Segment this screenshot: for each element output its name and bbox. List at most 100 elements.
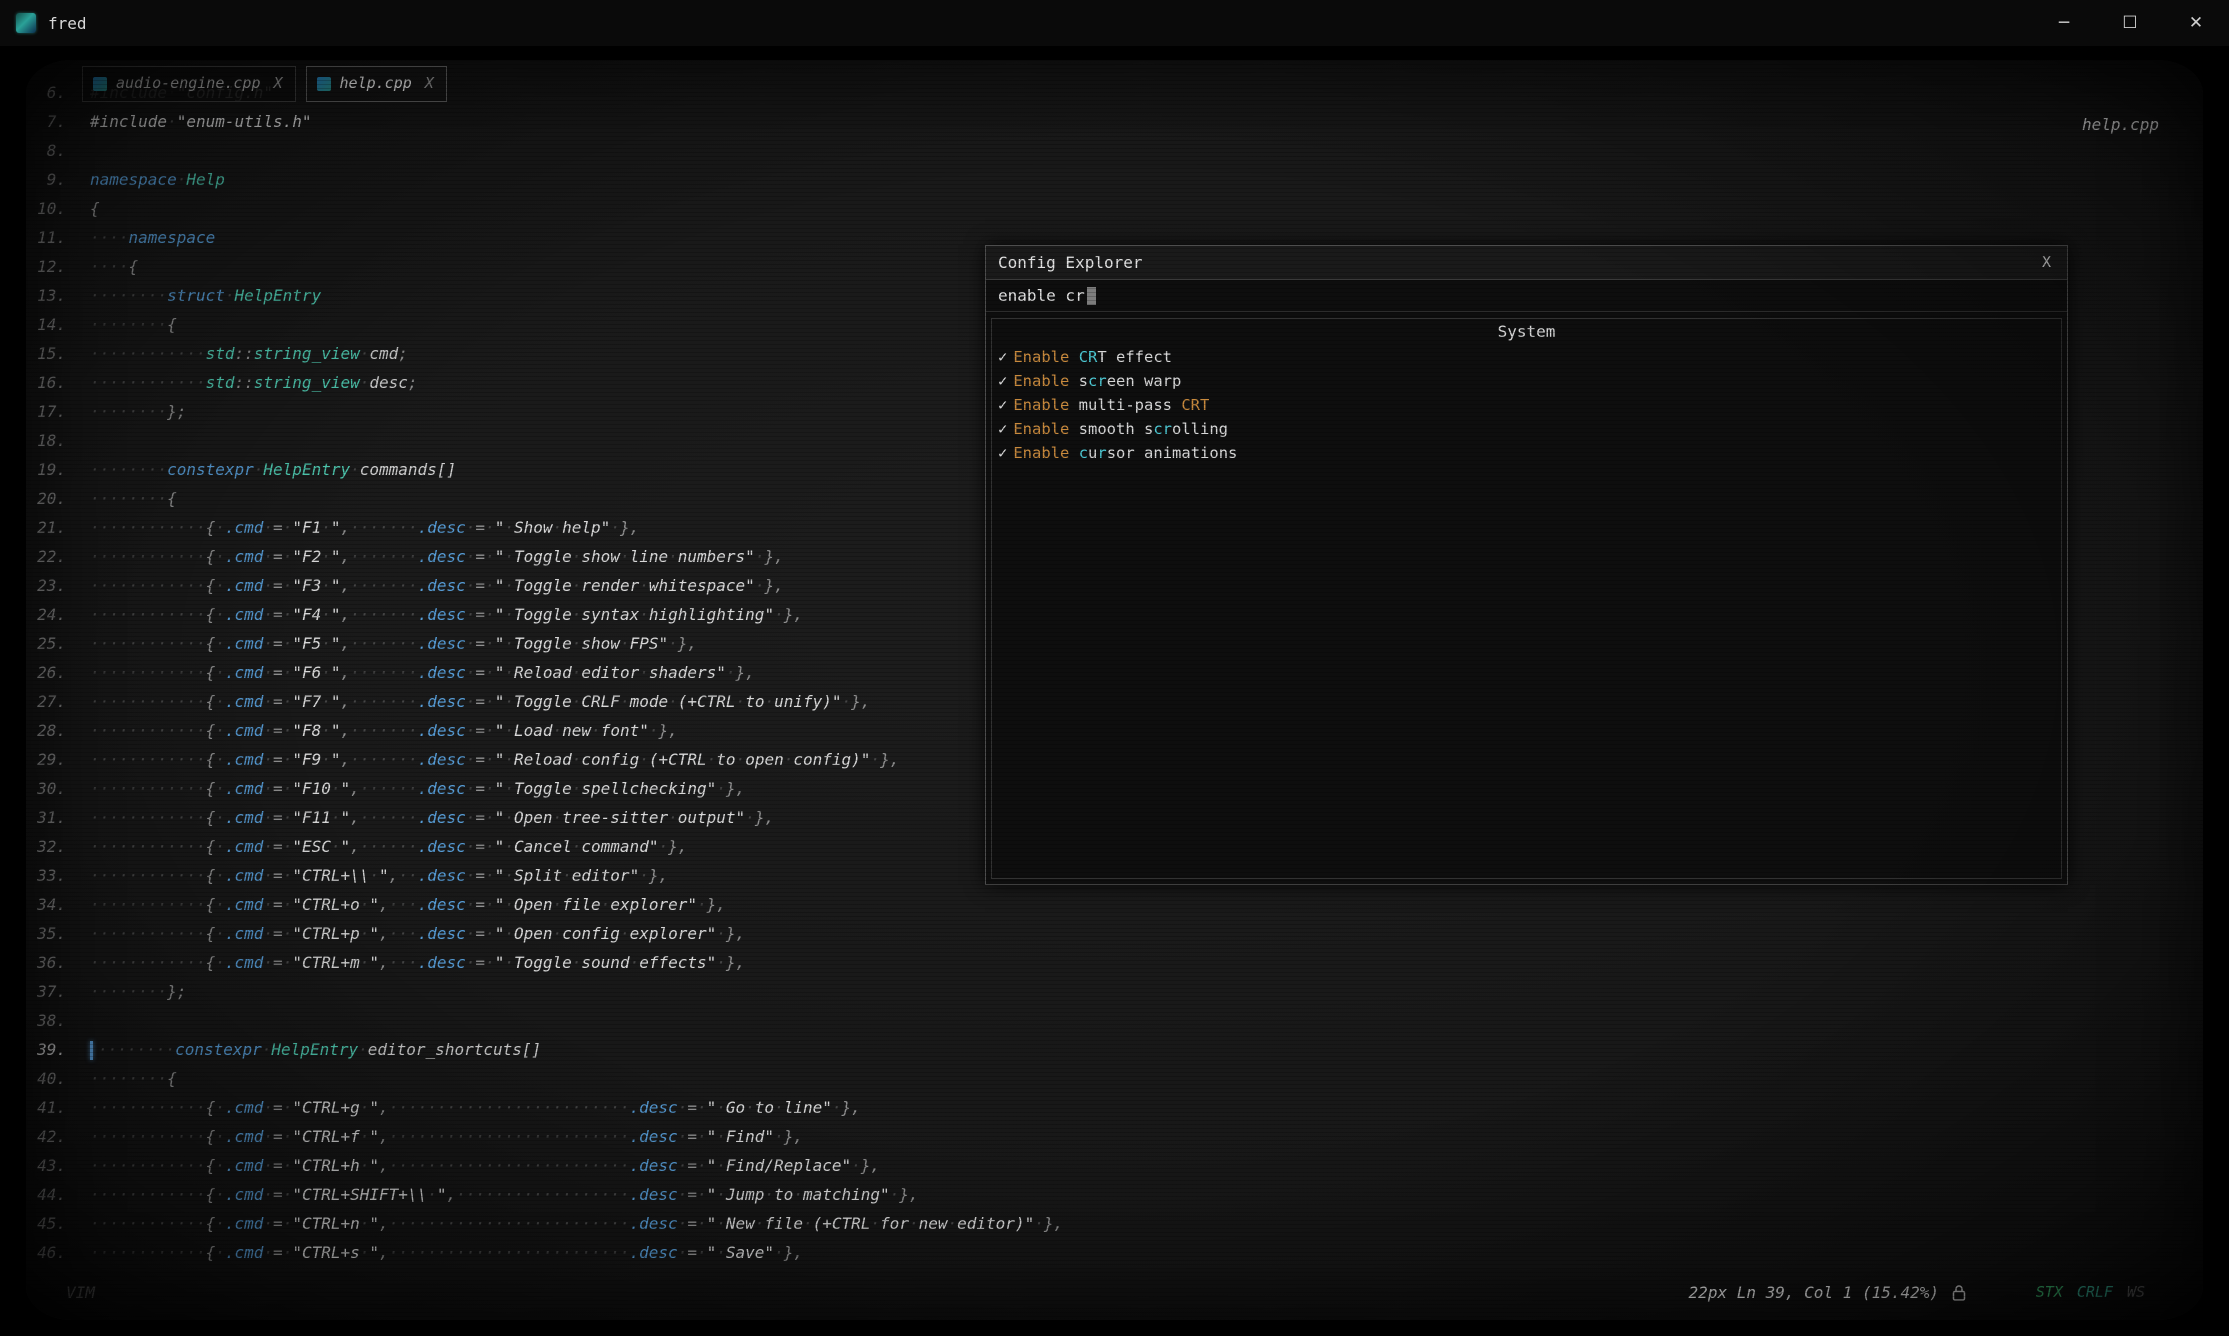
line-number: 10.	[26, 194, 90, 223]
code-text: ············{·.cmd·=·"CTRL+\\·",··.desc·…	[90, 861, 668, 890]
code-line[interactable]: 7.#include·"enum-utils.h"	[26, 107, 2203, 136]
line-number: 30.	[26, 774, 90, 803]
code-line[interactable]: 8.	[26, 136, 2203, 165]
code-line[interactable]: 43.············{·.cmd·=·"CTRL+h·",······…	[26, 1151, 2203, 1180]
tab-close-icon[interactable]: X	[425, 69, 434, 98]
minimize-button[interactable]: ─	[2031, 0, 2097, 46]
code-line[interactable]: 38.	[26, 1006, 2203, 1035]
config-explorer-popup: Config Explorer X enable cr System ✓Enab…	[985, 245, 2068, 885]
config-option-label: Enable	[1013, 372, 1069, 390]
code-line[interactable]: 37.········};	[26, 977, 2203, 1006]
status-flag-stx[interactable]: STX	[2036, 1278, 2063, 1307]
config-option-label: cr	[1088, 372, 1107, 390]
config-search-row[interactable]: enable cr	[986, 280, 2067, 312]
config-option-row[interactable]: ✓Enable multi-pass CRT	[992, 393, 2061, 417]
code-text: ············{·.cmd·=·"F6·",·······.desc·…	[90, 658, 755, 687]
code-line[interactable]: 44.············{·.cmd·=·"CTRL+SHIFT+\\·"…	[26, 1180, 2203, 1209]
code-text: ············{·.cmd·=·"F11·",······.desc·…	[90, 803, 774, 832]
config-option-row[interactable]: ✓Enable CRT effect	[992, 345, 2061, 369]
line-number: 20.	[26, 484, 90, 513]
code-line[interactable]: 35.············{·.cmd·=·"CTRL+p·",···.de…	[26, 919, 2203, 948]
config-option-label: olling	[1172, 420, 1228, 438]
config-explorer-close-icon[interactable]: X	[2038, 248, 2055, 277]
line-number: 40.	[26, 1064, 90, 1093]
line-number: 16.	[26, 368, 90, 397]
checkbox-checked-icon[interactable]: ✓	[998, 420, 1007, 438]
maximize-button[interactable]: ☐	[2097, 0, 2163, 46]
line-number: 29.	[26, 745, 90, 774]
config-option-label: Enable	[1013, 420, 1069, 438]
checkbox-checked-icon[interactable]: ✓	[998, 372, 1007, 390]
code-text: ············{·.cmd·=·"CTRL+p·",···.desc·…	[90, 919, 745, 948]
code-text: ········};	[90, 397, 186, 426]
config-option-label: T effect	[1097, 348, 1172, 366]
lock-icon	[1951, 1284, 1967, 1302]
config-option-label	[1069, 348, 1078, 366]
checkbox-checked-icon[interactable]: ✓	[998, 396, 1007, 414]
checkbox-checked-icon[interactable]: ✓	[998, 444, 1007, 462]
tab-audio-engine.cpp[interactable]: audio-engine.cppX	[82, 66, 296, 102]
line-number: 31.	[26, 803, 90, 832]
code-text: ············{·.cmd·=·"CTRL+o·",···.desc·…	[90, 890, 726, 919]
line-number: 34.	[26, 890, 90, 919]
code-line[interactable]: 10.{	[26, 194, 2203, 223]
line-number: 17.	[26, 397, 90, 426]
code-text: {	[90, 194, 100, 223]
code-text: ············{·.cmd·=·"CTRL+g·",·········…	[90, 1093, 861, 1122]
editor-mode-indicator: VIM	[66, 1278, 95, 1307]
code-text: ············{·.cmd·=·"F5·",·······.desc·…	[90, 629, 697, 658]
close-button[interactable]: ✕	[2163, 0, 2229, 46]
status-flag-crlf[interactable]: CRLF	[2077, 1278, 2113, 1307]
code-line[interactable]: 40.········{	[26, 1064, 2203, 1093]
code-text: ············{·.cmd·=·"F8·",·······.desc·…	[90, 716, 678, 745]
config-option-label: cr	[1153, 420, 1172, 438]
text-cursor	[90, 1041, 93, 1060]
code-line[interactable]: 34.············{·.cmd·=·"CTRL+o·",···.de…	[26, 890, 2203, 919]
code-text: ····namespace	[90, 223, 215, 252]
tab-bar: audio-engine.cppX help.cppX	[82, 66, 447, 102]
config-option-label: smooth s	[1069, 420, 1153, 438]
code-editor[interactable]: 6.#include·"config.h"7.#include·"enum-ut…	[26, 60, 2203, 1320]
config-option-row[interactable]: ✓Enable screen warp	[992, 369, 2061, 393]
tab-close-icon[interactable]: X	[274, 69, 283, 98]
code-text: ············{·.cmd·=·"CTRL+s·",·········…	[90, 1238, 803, 1267]
checkbox-checked-icon[interactable]: ✓	[998, 348, 1007, 366]
code-line[interactable]: 41.············{·.cmd·=·"CTRL+g·",······…	[26, 1093, 2203, 1122]
code-line[interactable]: 42.············{·.cmd·=·"CTRL+f·",······…	[26, 1122, 2203, 1151]
code-line[interactable]: 9.namespace·Help	[26, 165, 2203, 194]
cursor-position-info: 22px Ln 39, Col 1 (15.42%)	[1689, 1278, 1967, 1307]
status-flag-ws[interactable]: WS	[2127, 1278, 2145, 1307]
cpp-file-icon	[93, 77, 107, 91]
line-number: 23.	[26, 571, 90, 600]
code-line[interactable]: 45.············{·.cmd·=·"CTRL+n·",······…	[26, 1209, 2203, 1238]
config-search-input[interactable]: enable cr	[998, 281, 1085, 310]
line-number: 38.	[26, 1006, 90, 1035]
code-line[interactable]: 39.········constexpr·HelpEntry·editor_sh…	[26, 1035, 2203, 1064]
line-number: 35.	[26, 919, 90, 948]
config-options: ✓Enable CRT effect✓Enable screen warp✓En…	[992, 345, 2061, 465]
config-option-label: multi-pass	[1069, 396, 1181, 414]
line-number: 13.	[26, 281, 90, 310]
window-titlebar: fred ─ ☐ ✕	[0, 0, 2229, 46]
line-number: 37.	[26, 977, 90, 1006]
window-controls: ─ ☐ ✕	[2031, 0, 2229, 46]
code-text: ············{·.cmd·=·"F3·",·······.desc·…	[90, 571, 784, 600]
config-option-label: c	[1079, 444, 1088, 462]
config-option-row[interactable]: ✓ Enable smooth scrolling	[992, 417, 2061, 441]
code-text: ············std::string_view·cmd;	[90, 339, 408, 368]
code-line[interactable]: 36.············{·.cmd·=·"CTRL+m·",···.de…	[26, 948, 2203, 977]
line-number: 43.	[26, 1151, 90, 1180]
tab-help.cpp[interactable]: help.cppX	[306, 66, 447, 102]
code-text: ············{·.cmd·=·"F2·",·······.desc·…	[90, 542, 784, 571]
code-text: ············{·.cmd·=·"F4·",·······.desc·…	[90, 600, 803, 629]
config-option-label	[1069, 444, 1078, 462]
config-option-row[interactable]: ✓Enable cursor animations	[992, 441, 2061, 465]
cpp-file-icon	[317, 77, 331, 91]
code-text: ········{	[90, 310, 177, 339]
line-number: 22.	[26, 542, 90, 571]
line-number: 24.	[26, 600, 90, 629]
line-number: 45.	[26, 1209, 90, 1238]
line-number: 32.	[26, 832, 90, 861]
code-line[interactable]: 46.············{·.cmd·=·"CTRL+s·",······…	[26, 1238, 2203, 1267]
config-option-label: Enable	[1013, 444, 1069, 462]
